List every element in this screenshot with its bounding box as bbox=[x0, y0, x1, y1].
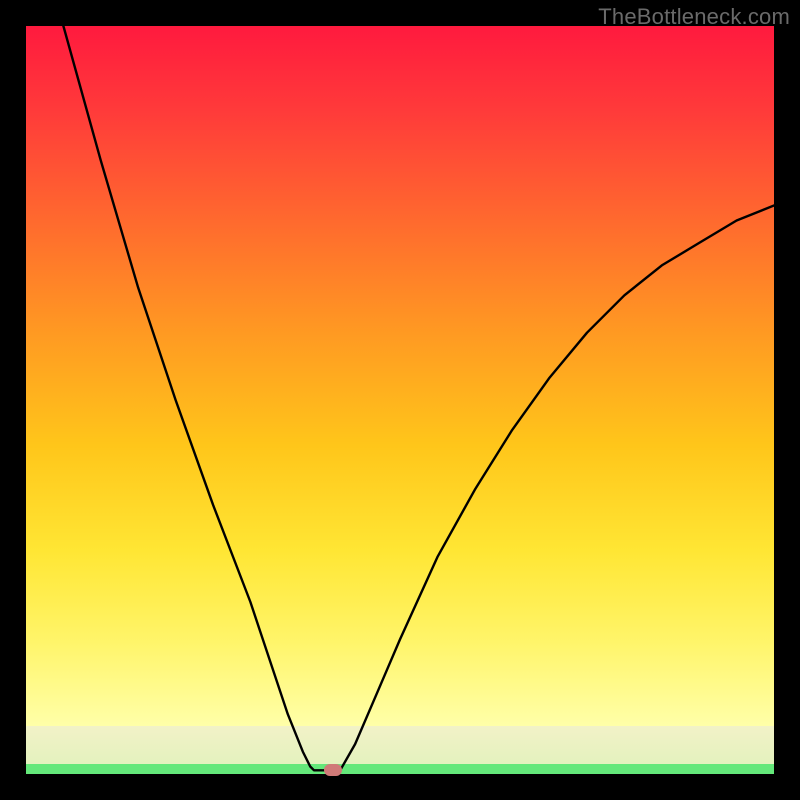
optimum-marker bbox=[324, 764, 342, 776]
chart-frame: TheBottleneck.com bbox=[0, 0, 800, 800]
plot-area bbox=[26, 26, 774, 774]
watermark-text: TheBottleneck.com bbox=[598, 4, 790, 30]
bottleneck-curve bbox=[26, 26, 774, 774]
